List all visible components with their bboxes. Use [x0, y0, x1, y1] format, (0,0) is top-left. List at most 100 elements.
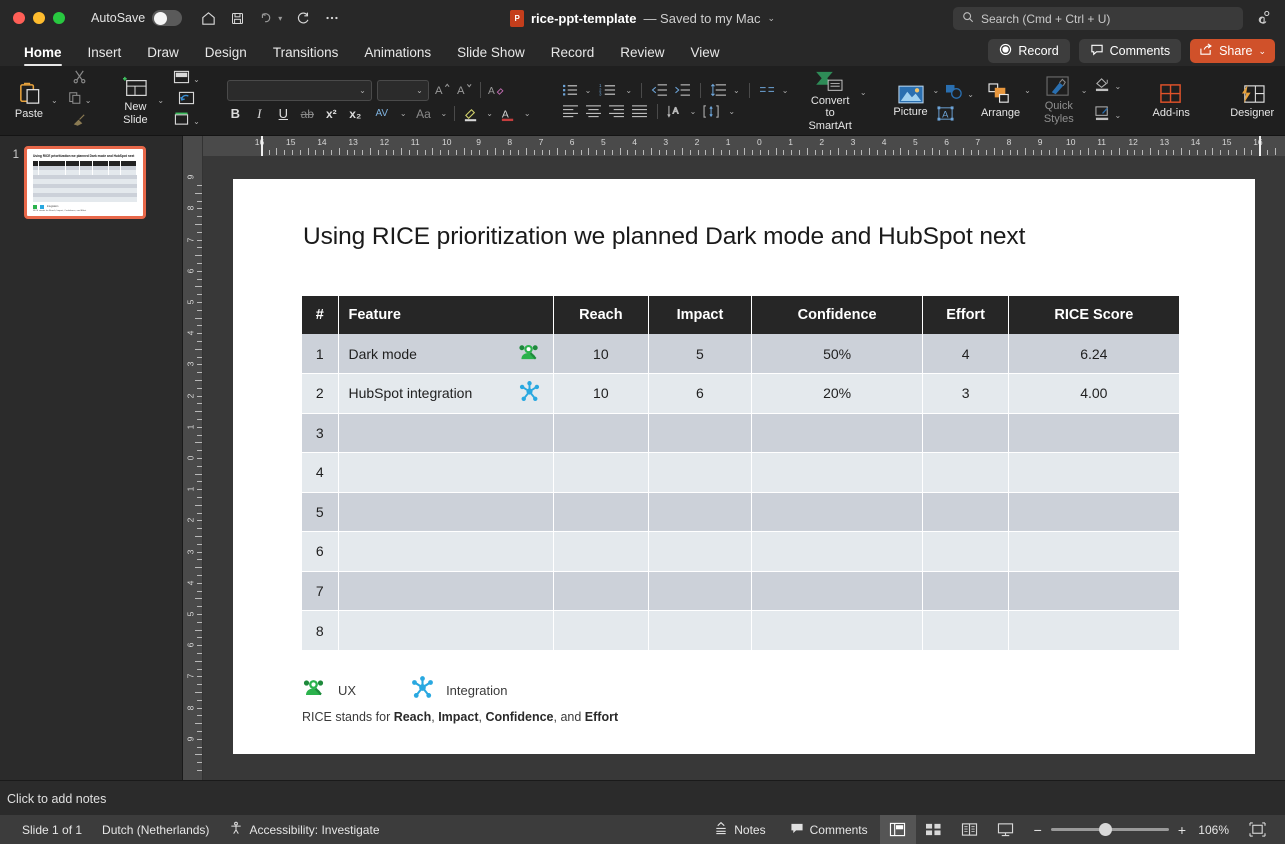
undo-chevron-down-icon[interactable]: ▾ — [278, 14, 282, 23]
bold-button[interactable]: B — [227, 106, 244, 121]
rice-table[interactable]: # Feature Reach Impact Confidence Effort… — [302, 296, 1179, 650]
accessibility-status[interactable]: Accessibility: Investigate — [229, 821, 379, 838]
share-chevron-down-icon[interactable]: ⌄ — [1258, 46, 1266, 57]
copy-chevron-down-icon[interactable]: ⌄ — [85, 96, 92, 105]
section-icon[interactable] — [173, 112, 190, 131]
paste-chevron-down-icon[interactable]: ⌄ — [51, 96, 58, 105]
zoom-slider-knob[interactable] — [1099, 823, 1112, 836]
home-icon[interactable] — [200, 10, 217, 27]
table-row[interactable]: 8 — [302, 611, 1179, 651]
line-spacing-chevron-down-icon[interactable]: ⌄ — [733, 86, 740, 95]
character-spacing-button[interactable]: AV — [371, 108, 393, 119]
numbering-chevron-down-icon[interactable]: ⌄ — [625, 86, 632, 95]
table-row[interactable]: 6 — [302, 532, 1179, 572]
layout-chevron-down-icon[interactable]: ⌄ — [193, 75, 200, 84]
format-painter-icon[interactable] — [72, 112, 87, 132]
redo-icon[interactable] — [295, 10, 311, 26]
fit-slide-to-window-button[interactable] — [1239, 815, 1275, 844]
zoom-control[interactable]: − + 106% — [1024, 822, 1239, 838]
line-spacing-icon[interactable] — [710, 83, 727, 97]
smartart-chevron-down-icon[interactable]: ⌄ — [860, 88, 867, 97]
quick-styles-chevron-down-icon[interactable]: ⌄ — [1081, 86, 1088, 95]
shapes-icon[interactable] — [945, 84, 964, 106]
slide-surface[interactable]: Using RICE prioritization we planned Dar… — [233, 179, 1255, 754]
text-direction-icon[interactable]: A — [667, 104, 684, 119]
reset-slide-icon[interactable] — [178, 91, 195, 110]
columns-icon[interactable] — [759, 83, 776, 97]
font-name-select[interactable]: ⌄ — [227, 80, 372, 101]
ribbon-display-options-icon[interactable] — [1257, 9, 1273, 30]
close-window-button[interactable] — [13, 12, 25, 24]
slide-canvas[interactable]: Using RICE prioritization we planned Dar… — [203, 156, 1285, 780]
section-chevron-down-icon[interactable]: ⌄ — [193, 117, 200, 126]
align-left-icon[interactable] — [562, 104, 579, 118]
decrease-indent-icon[interactable] — [651, 83, 668, 97]
more-options-icon[interactable] — [324, 10, 340, 26]
picture-chevron-down-icon[interactable]: ⌄ — [933, 86, 940, 95]
font-size-select[interactable]: ⌄ — [377, 80, 429, 101]
tab-view[interactable]: View — [678, 45, 733, 66]
tab-design[interactable]: Design — [192, 45, 260, 66]
zoom-in-button[interactable]: + — [1178, 822, 1186, 838]
record-button[interactable]: Record — [988, 39, 1069, 63]
underline-button[interactable]: U — [275, 106, 292, 121]
thumbnail-slide-1[interactable]: Using RICE prioritization we planned Dar… — [24, 146, 146, 219]
text-box-icon[interactable]: A — [936, 105, 955, 127]
table-row[interactable]: 7 — [302, 571, 1179, 611]
align-text-icon[interactable] — [702, 104, 722, 119]
minimize-window-button[interactable] — [33, 12, 45, 24]
subscript-button[interactable]: x₂ — [347, 107, 364, 121]
slide-thumbnail-pane[interactable]: 1 Using RICE prioritization we planned D… — [0, 136, 183, 780]
slide-title[interactable]: Using RICE prioritization we planned Dar… — [303, 223, 1025, 251]
autosave-toggle[interactable] — [152, 10, 182, 26]
view-slideshow-button[interactable] — [988, 815, 1024, 844]
zoom-out-button[interactable]: − — [1034, 822, 1042, 838]
undo-icon[interactable] — [258, 10, 274, 26]
character-spacing-chevron-down-icon[interactable]: ⌄ — [400, 109, 407, 118]
tab-insert[interactable]: Insert — [75, 45, 135, 66]
copy-icon[interactable] — [68, 91, 82, 110]
increase-font-size-icon[interactable]: A — [434, 82, 451, 98]
paste-button[interactable]: Paste — [7, 81, 51, 120]
notes-toggle-button[interactable]: Notes — [702, 815, 777, 844]
shape-fill-icon[interactable] — [1094, 76, 1112, 97]
arrange-chevron-down-icon[interactable]: ⌄ — [1024, 86, 1031, 95]
superscript-button[interactable]: x² — [323, 107, 340, 121]
tab-draw[interactable]: Draw — [134, 45, 192, 66]
table-row[interactable]: 1 Dark mode 10 5 — [302, 334, 1179, 374]
font-color-icon[interactable]: A — [500, 106, 517, 122]
justify-icon[interactable] — [631, 104, 648, 118]
strikethrough-button[interactable]: ab — [299, 107, 316, 121]
table-row[interactable]: 4 — [302, 453, 1179, 493]
thumbnail-item[interactable]: 1 Using RICE prioritization we planned D… — [0, 146, 146, 219]
bullets-icon[interactable] — [562, 83, 579, 97]
align-center-icon[interactable] — [585, 104, 602, 118]
zoom-slider[interactable] — [1051, 828, 1169, 831]
zoom-level-label[interactable]: 106% — [1195, 823, 1229, 837]
picture-button[interactable]: Picture — [889, 84, 933, 118]
maximize-window-button[interactable] — [53, 12, 65, 24]
arrange-button[interactable]: Arrange — [977, 83, 1024, 119]
designer-button[interactable]: Designer — [1221, 83, 1283, 119]
search-input[interactable]: Search (Cmd + Ctrl + U) — [953, 7, 1243, 30]
table-row[interactable]: 2 HubSpot integration 10 6 — [302, 374, 1179, 414]
bullets-chevron-down-icon[interactable]: ⌄ — [585, 86, 592, 95]
new-slide-chevron-down-icon[interactable]: ⌄ — [157, 96, 164, 105]
vertical-ruler[interactable]: 9876543210123456789 — [183, 136, 203, 780]
numbering-icon[interactable]: 123 — [597, 83, 619, 97]
tab-review[interactable]: Review — [607, 45, 677, 66]
comments-button[interactable]: Comments — [1079, 39, 1181, 63]
columns-chevron-down-icon[interactable]: ⌄ — [782, 86, 789, 95]
document-chevron-down-icon[interactable]: ⌄ — [767, 13, 775, 24]
align-text-chevron-down-icon[interactable]: ⌄ — [728, 107, 735, 116]
tab-animations[interactable]: Animations — [351, 45, 444, 66]
font-color-chevron-down-icon[interactable]: ⌄ — [524, 109, 531, 118]
shape-fill-chevron-down-icon[interactable]: ⌄ — [1115, 82, 1122, 91]
tab-transitions[interactable]: Transitions — [260, 45, 352, 66]
table-row[interactable]: 3 — [302, 413, 1179, 453]
layout-icon[interactable] — [173, 70, 190, 89]
table-row[interactable]: 5 — [302, 492, 1179, 532]
tab-home[interactable]: Home — [11, 45, 75, 66]
increase-indent-icon[interactable] — [674, 83, 691, 97]
new-slide-button[interactable]: New Slide — [113, 76, 157, 126]
